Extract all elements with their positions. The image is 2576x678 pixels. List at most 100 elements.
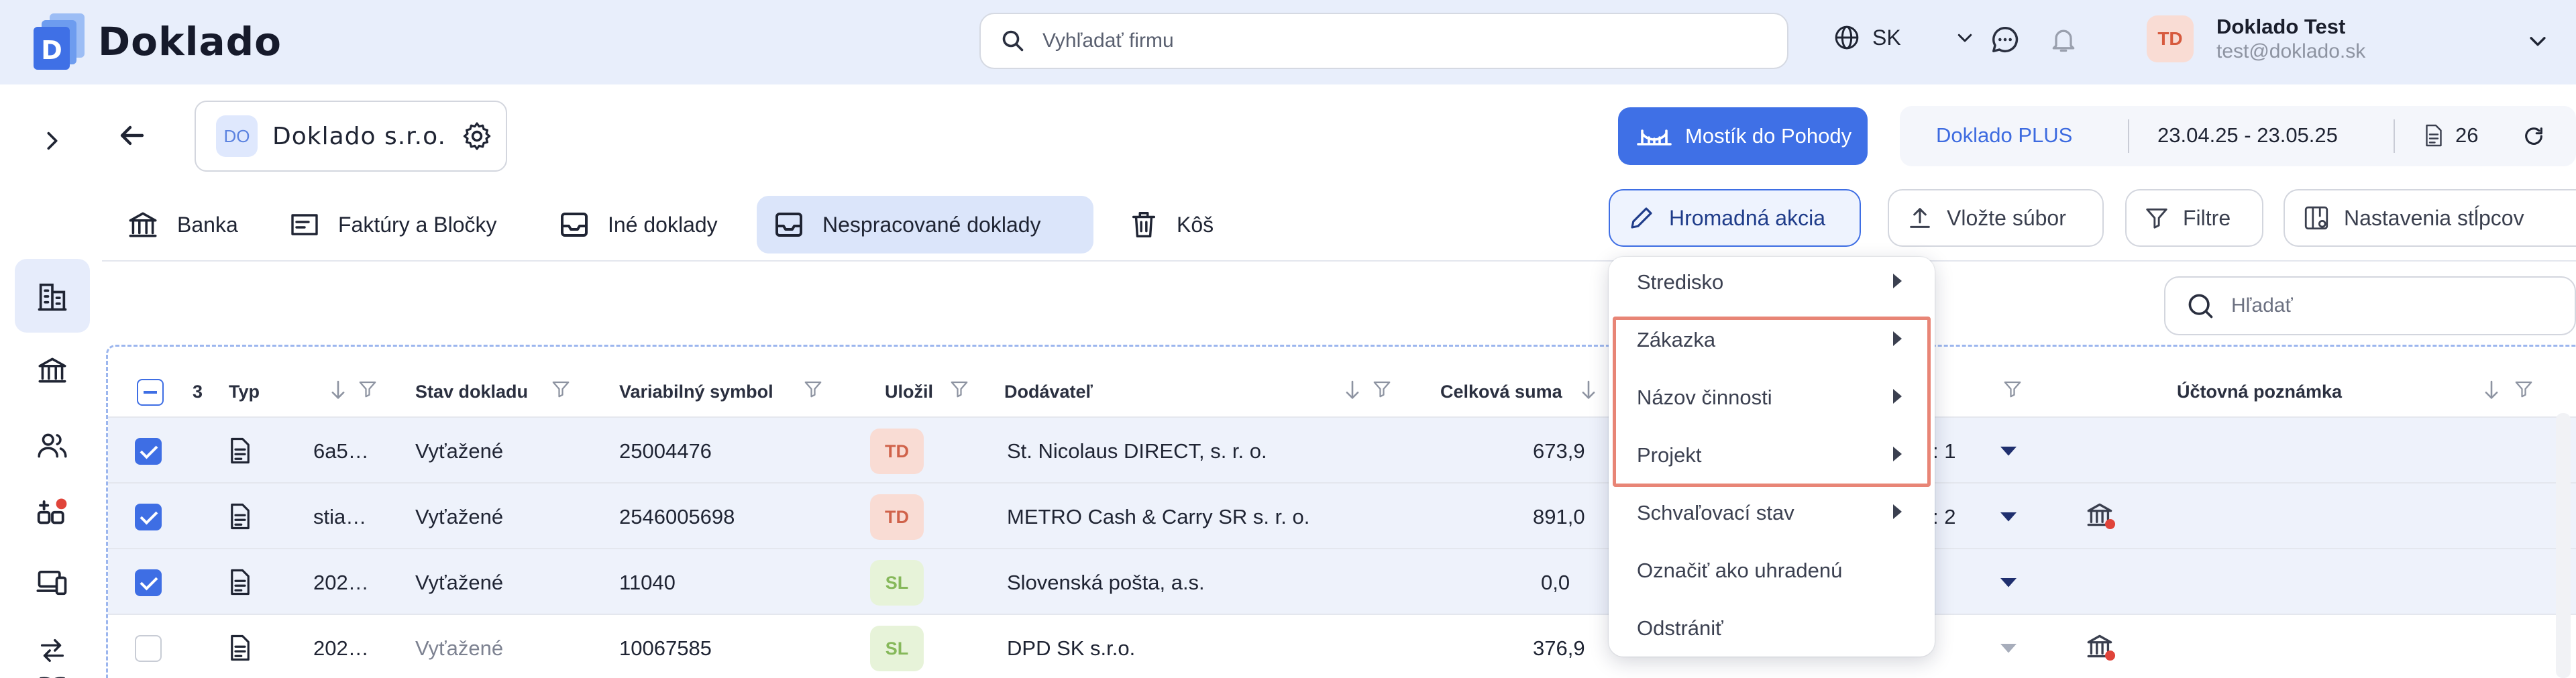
filters-button[interactable]: Filtre: [2125, 189, 2263, 247]
bank-alert-icon[interactable]: [2084, 630, 2118, 663]
caret-down-icon[interactable]: [1998, 510, 2019, 522]
column-settings-button[interactable]: Nastavenia stĺpcov: [2284, 189, 2576, 247]
company-badge: DO: [216, 115, 258, 157]
menu-item-odstranit[interactable]: Odstrániť: [1637, 616, 1723, 640]
upload-icon: [1910, 208, 1930, 228]
app-name: Doklado: [98, 19, 282, 64]
table-row[interactable]: 202… Vyťažené 11040 SL Slovenská pošta, …: [108, 548, 2576, 614]
logo-icon: D: [32, 12, 89, 71]
column-ulozil[interactable]: Uložil: [885, 382, 933, 402]
column-settings-label: Nastavenia stĺpcov: [2344, 205, 2524, 230]
chevron-down-icon[interactable]: [2526, 30, 2549, 52]
document-icon: [231, 437, 250, 464]
filter-icon: [2146, 208, 2167, 229]
table-scrollbar[interactable]: [2556, 413, 2571, 678]
bridge-icon: [1637, 129, 1672, 146]
divider: [2128, 119, 2129, 153]
row-checkbox[interactable]: [135, 569, 162, 596]
top-bar: D Doklado SK TD Doklado Test test@doklad…: [0, 0, 2576, 84]
filter-icon[interactable]: [2514, 379, 2534, 399]
filter-icon[interactable]: [2002, 379, 2023, 399]
sort-icon[interactable]: [1344, 379, 1361, 402]
sort-icon[interactable]: [1580, 379, 1597, 402]
table-header: 3 Typ Stav dokladu Variabilný symbol Ulo…: [108, 364, 2576, 420]
app-logo[interactable]: D Doklado: [32, 12, 282, 71]
tab-banka[interactable]: Banka: [110, 196, 254, 253]
bank-alert-icon[interactable]: [2084, 498, 2118, 532]
row-checkbox[interactable]: [135, 438, 162, 465]
user-menu[interactable]: TD Doklado Test test@doklado.sk: [2147, 15, 2546, 63]
user-name: Doklado Test: [2216, 15, 2346, 38]
tab-faktury[interactable]: Faktúry a Bločky: [272, 196, 513, 253]
file-name: 6a5…: [313, 439, 369, 463]
filter-icon[interactable]: [551, 379, 571, 399]
back-arrow-icon[interactable]: [115, 119, 148, 152]
company-search[interactable]: [979, 13, 1788, 69]
upload-button[interactable]: Vložte súbor: [1888, 189, 2104, 247]
menu-item-oznacit-uhradenu[interactable]: Označiť ako uhradenú: [1637, 559, 1842, 583]
plan-link[interactable]: Doklado PLUS: [1936, 123, 2072, 148]
invoice-icon: [291, 214, 318, 235]
sort-icon[interactable]: [2483, 379, 2500, 402]
sort-icon[interactable]: [329, 379, 347, 402]
row-checkbox[interactable]: [135, 504, 162, 530]
filter-icon[interactable]: [803, 379, 823, 399]
gear-icon[interactable]: [461, 120, 493, 152]
column-dodavatel[interactable]: Dodávateľ: [1004, 382, 1093, 402]
search-icon: [1002, 30, 1024, 52]
row-checkbox[interactable]: [135, 635, 162, 662]
column-poznamka[interactable]: Účtovná poznámka: [2177, 382, 2342, 402]
table-search[interactable]: [2164, 276, 2576, 335]
book-icon[interactable]: [32, 645, 72, 678]
devices-icon[interactable]: [32, 562, 72, 602]
documents-icon[interactable]: [32, 276, 72, 317]
table-row[interactable]: stia… Vyťažené 2546005698 TD METRO Cash …: [108, 482, 2576, 548]
refresh-icon[interactable]: [2522, 125, 2545, 148]
tabs-divider: [102, 260, 2576, 262]
sidebar: [0, 84, 102, 678]
filter-icon[interactable]: [1372, 379, 1392, 399]
caret-down-icon[interactable]: [1998, 445, 2019, 457]
filter-icon[interactable]: [358, 379, 378, 399]
submenu-arrow-icon: [1893, 504, 1902, 519]
chat-icon[interactable]: [1990, 24, 2021, 55]
language-select[interactable]: SK: [1833, 24, 1975, 51]
tab-nespracovane[interactable]: Nespracované doklady: [757, 196, 1093, 253]
supplier: METRO Cash & Carry SR s. r. o.: [1007, 505, 1310, 528]
tab-label: Faktúry a Bločky: [338, 212, 497, 237]
table-search-input[interactable]: [2231, 294, 2540, 317]
user-badge: TD: [870, 494, 924, 540]
column-suma[interactable]: Celková suma: [1440, 382, 1562, 402]
filter-icon[interactable]: [949, 379, 969, 399]
table-row[interactable]: 6a5… Vyťažené 25004476 TD St. Nicolaus D…: [108, 416, 2576, 482]
select-all-checkbox[interactable]: [137, 379, 164, 406]
bulk-action-button[interactable]: Hromadná akcia: [1609, 189, 1861, 247]
tab-kos[interactable]: Kôš: [1112, 196, 1230, 253]
company-selector[interactable]: DO Doklado s.r.o.: [195, 101, 507, 172]
menu-item-schvalovaci-stav[interactable]: Schvaľovací stav: [1637, 501, 1794, 525]
date-range[interactable]: 23.04.25 - 23.05.25: [2157, 123, 2338, 148]
chevron-down-icon[interactable]: [1955, 27, 1975, 48]
tab-ine-doklady[interactable]: Iné doklady: [542, 196, 734, 253]
caret-down-icon[interactable]: [1998, 576, 2019, 588]
column-vs[interactable]: Variabilný symbol: [619, 382, 773, 402]
mostik-button[interactable]: Mostík do Pohody: [1618, 107, 1868, 165]
menu-item-stredisko[interactable]: Stredisko: [1637, 270, 1723, 294]
avatar: TD: [2147, 15, 2194, 62]
column-stav[interactable]: Stav dokladu: [415, 382, 528, 402]
status: Vyťažené: [415, 571, 504, 594]
apps-icon[interactable]: [32, 494, 72, 534]
user-badge: TD: [870, 429, 924, 474]
users-icon[interactable]: [32, 425, 72, 465]
supplier: DPD SK s.r.o.: [1007, 636, 1136, 660]
bank-icon[interactable]: [32, 350, 72, 390]
company-search-input[interactable]: [1042, 30, 1713, 52]
amount: 891,0: [1533, 505, 1585, 528]
search-icon: [2188, 294, 2213, 319]
caret-down-icon[interactable]: [1998, 642, 2019, 654]
document-icon: [231, 503, 250, 530]
bell-icon[interactable]: [2049, 24, 2078, 55]
column-typ[interactable]: Typ: [229, 382, 260, 402]
table-row[interactable]: 202… Vyťažené 10067585 SL DPD SK s.r.o. …: [108, 614, 2576, 678]
expand-sidebar-icon[interactable]: [32, 121, 72, 161]
